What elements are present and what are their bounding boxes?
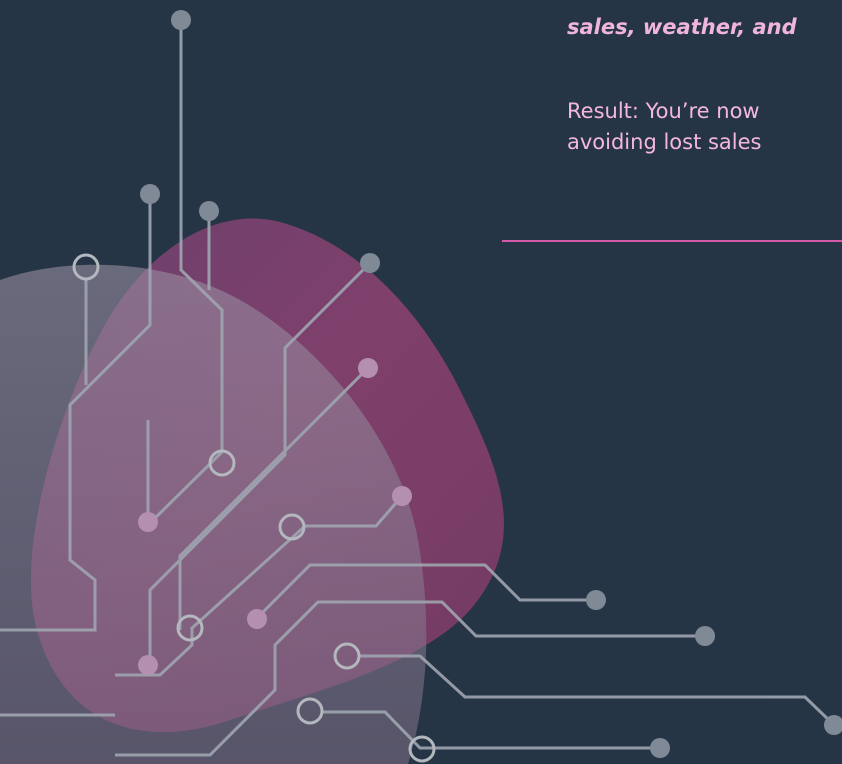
result-line-2: avoiding lost sales <box>567 130 762 154</box>
slide-canvas: sales, weather, and Result: You’re now a… <box>0 0 842 764</box>
quote-text-line: sales, weather, and <box>567 15 797 39</box>
result-line-1: Result: You’re now <box>567 99 760 123</box>
section-divider <box>502 240 842 242</box>
result-paragraph: Result: You’re now avoiding lost sales <box>567 96 762 158</box>
